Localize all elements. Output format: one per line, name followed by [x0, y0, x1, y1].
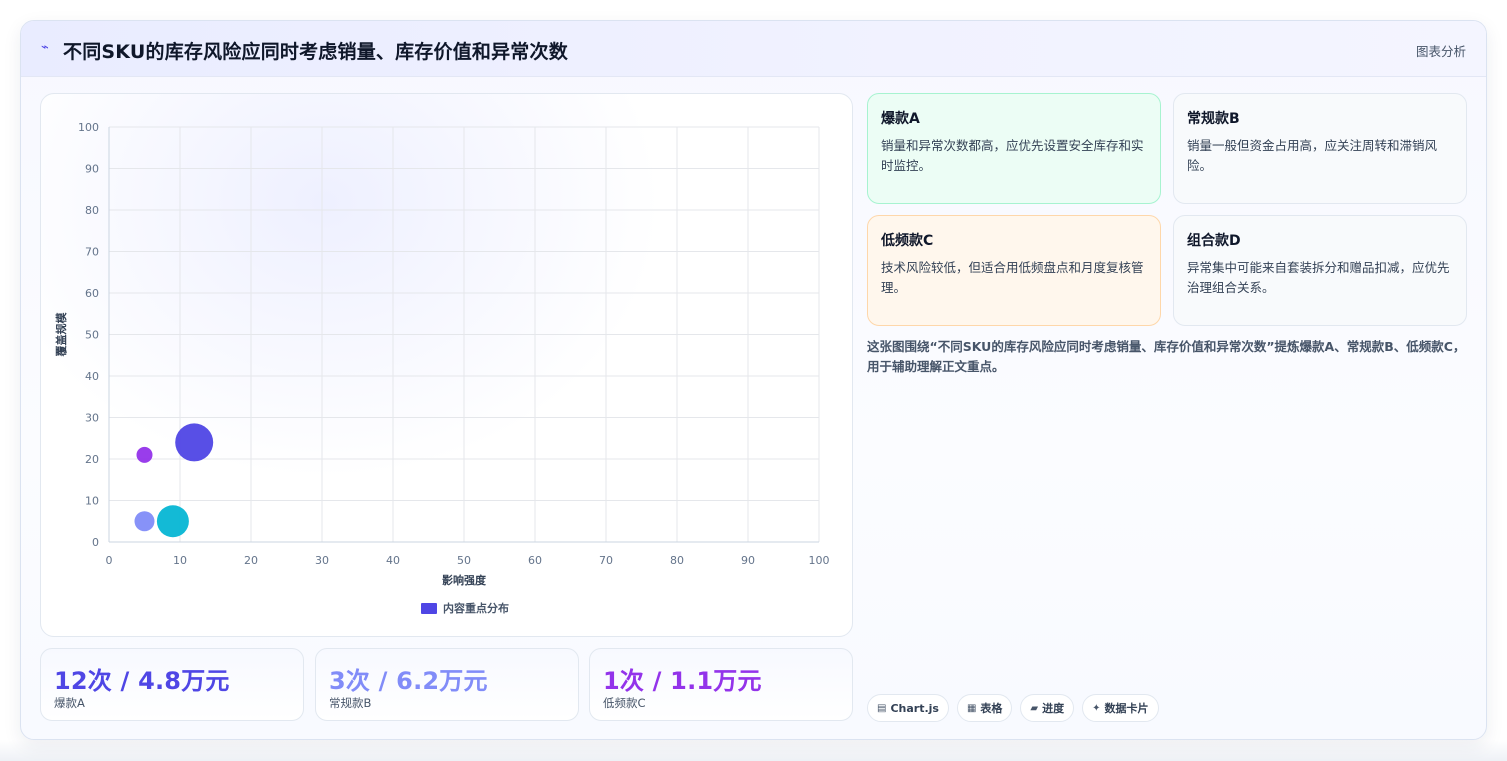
- insight-card-b: 常规款B 销量一般但资金占用高，应关注周转和滞销风险。: [1173, 93, 1467, 204]
- stat-label: 常规款B: [329, 696, 372, 710]
- insight-title: 组合款D: [1187, 233, 1241, 249]
- x-tick-label: 90: [741, 554, 755, 567]
- legend-label: 内容重点分布: [443, 601, 509, 615]
- insight-card-d: 组合款D 异常集中可能来自套装拆分和赠品扣减，应优先治理组合关系。: [1173, 215, 1467, 326]
- y-tick-label: 40: [85, 370, 99, 383]
- insight-text: 异常集中可能来自套装拆分和赠品扣减，应优先治理组合关系。: [1187, 260, 1450, 295]
- chart-card: ⌁ 不同SKU的库存风险应同时考虑销量、库存价值和异常次数 图表分析 0 10 20…: [20, 20, 1487, 740]
- table-icon: ▦: [966, 702, 977, 714]
- insight-title: 低频款C: [881, 233, 934, 249]
- insight-card-a: 爆款A 销量和异常次数都高，应优先设置安全库存和实时监控。: [867, 93, 1161, 204]
- x-tick-label: 30: [315, 554, 329, 567]
- y-tick-label: 20: [85, 453, 99, 466]
- bubble-point: [134, 511, 155, 532]
- insight-text: 销量和异常次数都高，应优先设置安全库存和实时监控。: [881, 138, 1144, 173]
- x-tick-label: 70: [599, 554, 613, 567]
- y-tick-label: 10: [85, 495, 99, 508]
- y-tick-label: 90: [85, 163, 99, 176]
- trend-icon: ⌁: [41, 40, 49, 55]
- page-title: 不同SKU的库存风险应同时考虑销量、库存价值和异常次数: [63, 41, 568, 63]
- stat-value: 12次 / 4.8万元: [54, 667, 230, 695]
- insight-title: 爆款A: [881, 111, 920, 127]
- insight-card-c: 低频款C 技术风险较低，但适合用低频盘点和月度复核管理。: [867, 215, 1161, 326]
- chip-progress[interactable]: ▰ 进度: [1020, 694, 1075, 722]
- y-tick-label: 80: [85, 204, 99, 217]
- stat-card-b: 3次 / 6.2万元 常规款B: [315, 648, 579, 721]
- stat-card-a: 12次 / 4.8万元 爆款A: [40, 648, 304, 721]
- chip-label: Chart.js: [890, 701, 939, 715]
- x-tick-label: 100: [809, 554, 830, 567]
- x-tick-label: 60: [528, 554, 542, 567]
- x-axis-title: 影响强度: [442, 573, 487, 587]
- chip-label: 数据卡片: [1104, 702, 1149, 715]
- insight-title: 常规款B: [1187, 111, 1240, 127]
- y-tick-label: 50: [85, 329, 99, 342]
- chip-chartjs[interactable]: ▤ Chart.js: [867, 694, 949, 722]
- y-tick-label: 60: [85, 287, 99, 300]
- stat-label: 爆款A: [54, 696, 85, 710]
- sparkle-icon: ✦: [1092, 702, 1101, 714]
- chip-data-card[interactable]: ✦ 数据卡片: [1082, 694, 1159, 722]
- stat-value: 3次 / 6.2万元: [329, 667, 488, 695]
- bubble-point: [175, 423, 214, 462]
- x-tick-label: 0: [106, 554, 113, 567]
- insight-text: 技术风险较低，但适合用低频盘点和月度复核管理。: [881, 260, 1144, 295]
- x-tick-label: 50: [457, 554, 471, 567]
- x-tick-label: 80: [670, 554, 684, 567]
- legend-swatch: [421, 603, 437, 614]
- chip-label: 进度: [1042, 702, 1065, 715]
- x-tick-label: 10: [173, 554, 187, 567]
- y-axis-title: 覆盖规模: [54, 312, 68, 357]
- stat-value: 1次 / 1.1万元: [603, 667, 762, 695]
- progress-icon: ▰: [1030, 702, 1039, 714]
- y-tick-label: 100: [78, 121, 99, 134]
- x-tick-label: 40: [386, 554, 400, 567]
- chart-analysis-tag: 图表分析: [1415, 44, 1466, 59]
- card-header: ⌁ 不同SKU的库存风险应同时考虑销量、库存价值和异常次数 图表分析: [21, 21, 1486, 77]
- bubble-point: [156, 505, 189, 538]
- chart-summary: 这张图围绕“不同SKU的库存风险应同时考虑销量、库存价值和异常次数”提炼爆款A、…: [867, 339, 1466, 374]
- insight-text: 销量一般但资金占用高，应关注周转和滞销风险。: [1187, 138, 1438, 173]
- bubble-point: [136, 446, 153, 463]
- page-bottom-shade: [0, 740, 1507, 761]
- chart-icon: ▤: [877, 702, 887, 714]
- chip-table[interactable]: ▦ 表格: [956, 694, 1013, 722]
- y-tick-label: 70: [85, 246, 99, 259]
- bubble-chart: 0 10 20 30 40 50 60 70 80 90 100 0 10 20 30 40 50 60 70 80 9…: [54, 121, 830, 615]
- y-tick-label: 0: [92, 536, 99, 549]
- feature-chips: ▤ Chart.js ▦ 表格 ▰ 进度 ✦ 数据卡片: [867, 694, 1159, 722]
- y-tick-label: 30: [85, 412, 99, 425]
- x-tick-label: 20: [244, 554, 258, 567]
- chart-panel: 0 10 20 30 40 50 60 70 80 90 100 0 10 20 30 40 50 60 70 80 9…: [40, 93, 853, 637]
- stat-label: 低频款C: [603, 696, 646, 710]
- stat-card-c: 1次 / 1.1万元 低频款C: [589, 648, 853, 721]
- chip-label: 表格: [980, 702, 1003, 715]
